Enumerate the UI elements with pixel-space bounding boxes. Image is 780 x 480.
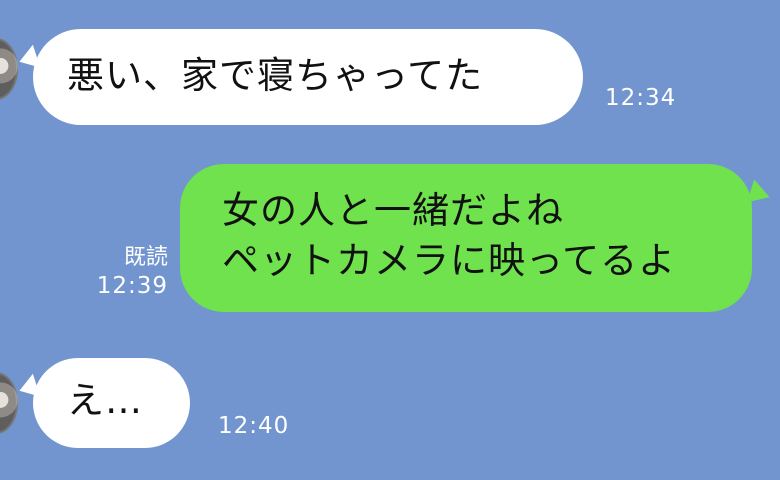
message-time: 12:34 [605,85,677,111]
user-avatar-icon[interactable] [0,372,18,434]
outgoing-message-bubble[interactable]: 女の人と一緒だよね ペットカメラに映ってるよ [180,164,774,312]
read-receipt-label: 既読 [123,245,168,270]
message-text: え… [67,379,143,422]
bubble-tail-icon [746,179,774,209]
message-line: 女の人と一緒だよね [222,189,564,232]
incoming-message-bubble[interactable]: え… [15,358,190,448]
chat-thread: 悪い、家で寝ちゃってた 12:34 女の人と一緒だよね ペットカメラに映ってるよ… [0,0,780,480]
incoming-message-bubble[interactable]: 悪い、家で寝ちゃってた [15,29,583,125]
bubble-tail-icon [15,373,41,403]
message-time: 12:40 [218,413,290,439]
message-time: 12:39 [96,273,168,299]
bubble-tail-icon [15,44,41,74]
message-meta: 既読 12:39 [80,244,168,300]
message-line: ペットカメラに映ってるよ [222,239,677,282]
user-avatar-icon[interactable] [0,38,18,100]
message-text: 悪い、家で寝ちゃってた [67,54,484,97]
